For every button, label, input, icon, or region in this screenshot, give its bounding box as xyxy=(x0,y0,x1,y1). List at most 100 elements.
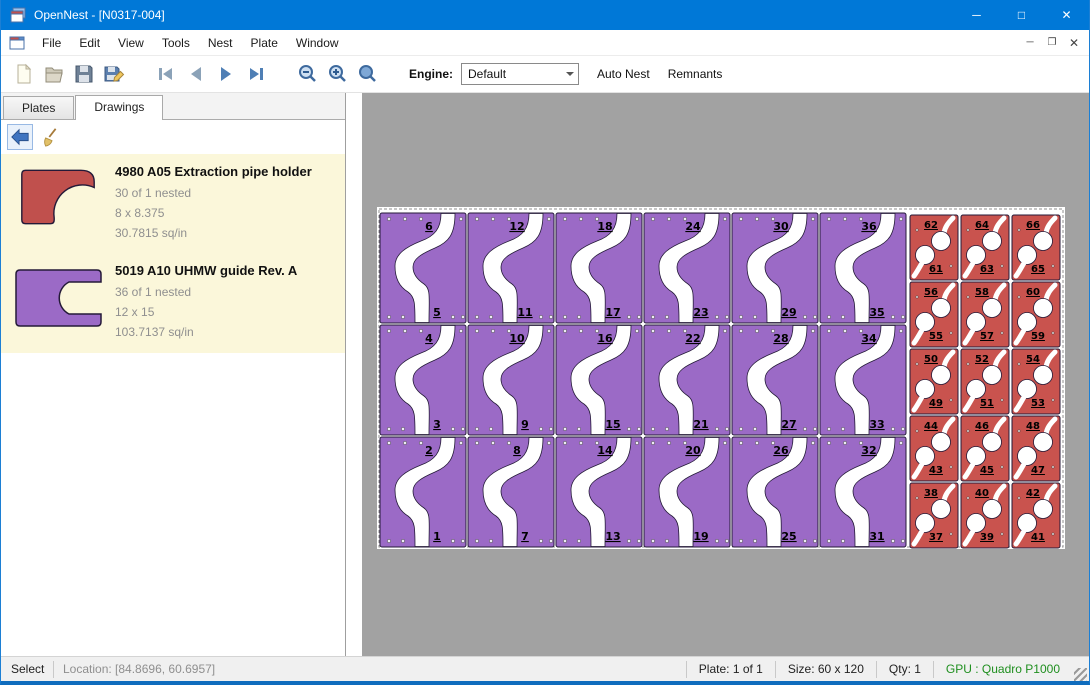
drawing-item-uhmw-guide[interactable]: 5019 A10 UHMW guide Rev. A 36 of 1 neste… xyxy=(1,253,345,352)
nest-cell-red[interactable]: 5251 xyxy=(961,349,1009,414)
part-number: 16 xyxy=(597,332,613,345)
menu-file[interactable]: File xyxy=(33,32,70,54)
nest-cell-red[interactable]: 6059 xyxy=(1012,282,1060,347)
menu-window[interactable]: Window xyxy=(287,32,348,54)
part-number: 12 xyxy=(509,220,524,233)
nest-cell-purple[interactable]: 87 xyxy=(468,437,554,547)
drawing-item-extraction-pipe-holder[interactable]: 4980 A05 Extraction pipe holder 30 of 1 … xyxy=(1,154,345,253)
canvas-background[interactable]: 6512111817242330293635431091615222128273… xyxy=(362,93,1089,656)
mdi-restore-button[interactable]: ❐ xyxy=(1041,33,1063,53)
nest-cell-red[interactable]: 5049 xyxy=(910,349,958,414)
nest-cell-purple[interactable]: 43 xyxy=(380,325,466,435)
nest-cell-red[interactable]: 4241 xyxy=(1012,483,1060,548)
nest-cell-red[interactable]: 5655 xyxy=(910,282,958,347)
nest-cell-red[interactable]: 4645 xyxy=(961,416,1009,481)
next-plate-button[interactable] xyxy=(211,59,241,89)
part-number: 1 xyxy=(433,530,441,543)
nest-cell-purple[interactable]: 2019 xyxy=(644,437,730,547)
nest-cell-red[interactable]: 48 47 xyxy=(1012,416,1060,481)
menu-nest[interactable]: Nest xyxy=(199,32,242,54)
part-number: 52 xyxy=(975,354,989,365)
open-button[interactable] xyxy=(39,59,69,89)
previous-plate-button[interactable] xyxy=(181,59,211,89)
part-number: 49 xyxy=(929,398,943,409)
part-number: 53 xyxy=(1031,398,1045,409)
menu-tools[interactable]: Tools xyxy=(153,32,199,54)
nest-cell-purple[interactable]: 1615 xyxy=(556,325,642,435)
nest-cell-purple[interactable]: 2827 xyxy=(732,325,818,435)
part-number: 38 xyxy=(924,488,938,499)
menu-view[interactable]: View xyxy=(109,32,153,54)
save-as-icon xyxy=(103,63,125,85)
part-number: 43 xyxy=(929,465,943,476)
save-button[interactable] xyxy=(69,59,99,89)
nest-cell-purple[interactable]: 1817 xyxy=(556,213,642,323)
part-number: 14 xyxy=(597,444,613,457)
part-thumbnail-red xyxy=(9,162,107,243)
mdi-close-button[interactable]: ✕ xyxy=(1063,33,1085,53)
part-number: 62 xyxy=(924,220,938,231)
minimize-button[interactable]: ─ xyxy=(954,0,999,30)
nest-cell-red[interactable]: 6463 xyxy=(961,215,1009,280)
nest-cell-purple[interactable]: 3029 xyxy=(732,213,818,323)
zoom-extents-button[interactable] xyxy=(353,59,383,89)
nest-cell-red[interactable]: 5453 xyxy=(1012,349,1060,414)
drawing-nested: 36 of 1 nested xyxy=(115,283,337,303)
nest-cell-purple[interactable]: 1413 xyxy=(556,437,642,547)
nest-cell-purple[interactable]: 2625 xyxy=(732,437,818,547)
nest-cell-purple[interactable]: 1211 xyxy=(468,213,554,323)
part-number: 35 xyxy=(869,306,884,319)
nest-cell-red[interactable]: 5857 xyxy=(961,282,1009,347)
nest-cell-purple[interactable]: 21 xyxy=(380,437,466,547)
nest-cell-red[interactable]: 4039 xyxy=(961,483,1009,548)
nest-cell-purple[interactable]: 65 xyxy=(380,213,466,323)
tab-plates[interactable]: Plates xyxy=(3,96,74,119)
nest-canvas[interactable]: 6512111817242330293635431091615222128273… xyxy=(346,93,1089,656)
nest-plate[interactable]: 6512111817242330293635431091615222128273… xyxy=(377,207,1065,549)
nest-cell-purple[interactable]: 109 xyxy=(468,325,554,435)
app-icon xyxy=(10,7,26,23)
nest-cell-red[interactable]: 6261 xyxy=(910,215,958,280)
auto-nest-button[interactable]: Auto Nest xyxy=(597,67,650,81)
engine-select[interactable]: Default xyxy=(461,63,579,85)
mdi-minimize-button[interactable]: ─ xyxy=(1019,33,1041,53)
save-as-button[interactable] xyxy=(99,59,129,89)
close-button[interactable]: ✕ xyxy=(1044,0,1089,30)
nest-cell-red[interactable]: 3837 xyxy=(910,483,958,548)
last-plate-button[interactable] xyxy=(241,59,271,89)
save-icon xyxy=(73,63,95,85)
blue-arrow-icon xyxy=(10,127,30,147)
part-number: 40 xyxy=(975,488,989,499)
menu-plate[interactable]: Plate xyxy=(242,32,287,54)
first-plate-button[interactable] xyxy=(151,59,181,89)
part-number: 48 xyxy=(1026,421,1040,432)
status-location: Location: [84.8696, 60.6957] xyxy=(54,662,686,676)
clean-button[interactable] xyxy=(39,124,65,150)
nest-cell-purple[interactable]: 3231 xyxy=(820,437,906,547)
send-to-nest-button[interactable] xyxy=(7,124,33,150)
nest-cell-purple[interactable]: 3433 xyxy=(820,325,906,435)
zoom-in-button[interactable] xyxy=(323,59,353,89)
nest-cell-purple[interactable]: 3635 xyxy=(820,213,906,323)
maximize-button[interactable]: □ xyxy=(999,0,1044,30)
nest-cell-purple[interactable]: 2221 xyxy=(644,325,730,435)
resize-grip[interactable] xyxy=(1074,668,1087,681)
part-number: 20 xyxy=(685,444,701,457)
status-gpu: GPU : Quadro P1000 xyxy=(934,662,1072,676)
remnants-button[interactable]: Remnants xyxy=(668,67,723,81)
nest-plate-svg[interactable]: 6512111817242330293635431091615222128273… xyxy=(377,207,1065,549)
tab-drawings[interactable]: Drawings xyxy=(75,95,163,120)
menu-edit[interactable]: Edit xyxy=(70,32,109,54)
new-button[interactable] xyxy=(9,59,39,89)
part-number: 47 xyxy=(1031,465,1045,476)
part-number: 19 xyxy=(693,530,708,543)
sidebar-tabstrip: Plates Drawings xyxy=(1,93,345,120)
zoom-out-button[interactable] xyxy=(293,59,323,89)
chevron-down-icon[interactable] xyxy=(561,64,578,84)
nest-cell-red[interactable]: 6665 xyxy=(1012,215,1060,280)
part-number: 25 xyxy=(781,530,796,543)
part-number: 55 xyxy=(929,331,943,342)
nest-cell-red[interactable]: 4443 xyxy=(910,416,958,481)
broom-icon xyxy=(42,127,62,147)
nest-cell-purple[interactable]: 2423 xyxy=(644,213,730,323)
